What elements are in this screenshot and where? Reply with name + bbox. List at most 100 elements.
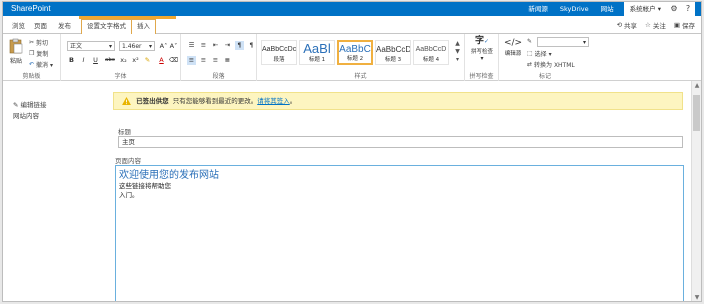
grow-font-icon[interactable]: A˄ bbox=[159, 42, 168, 51]
chevron-down-icon: ▾ bbox=[108, 43, 112, 50]
warning-message: 只有您能够看到最近的更改。 bbox=[172, 97, 258, 105]
copy-button[interactable]: ❐ 复制 bbox=[29, 49, 48, 58]
spell-check-icon: 字✓ bbox=[474, 36, 490, 46]
paste-button[interactable]: 粘贴 bbox=[7, 38, 25, 65]
site-contents-link[interactable]: 网站内容 bbox=[13, 111, 47, 122]
shrink-font-icon[interactable]: A˅ bbox=[169, 42, 178, 51]
markup-group-label: 标记 bbox=[538, 73, 551, 80]
font-color-icon[interactable]: A bbox=[157, 56, 166, 65]
chevron-down-icon: ▾ bbox=[480, 55, 484, 62]
sharepoint-window: SharePoint 新闻源 SkyDrive 网站 系统帐户 ▾ ⚙ ? 浏览… bbox=[2, 1, 702, 302]
outdent-icon[interactable]: ⇤ bbox=[211, 41, 220, 50]
clipboard-group-label: 剪贴板 bbox=[22, 73, 41, 80]
strikethrough-button[interactable]: abc bbox=[103, 56, 117, 65]
spelling-group-label: 拼写检查 bbox=[469, 73, 494, 80]
paragraph-group: ☰ ≡ ⇤ ⇥ ¶ ¶ ≡ ≡ ≡ ≣ 段落 bbox=[181, 34, 257, 81]
undo-icon: ↶ bbox=[29, 61, 35, 68]
tab-publish[interactable]: 发布 bbox=[53, 20, 76, 34]
font-group: 正文 ▾ 1.46er ▾ A˄ A˅ B I U abc x₂ x² ✎ A ⌫ … bbox=[61, 34, 181, 81]
tab-insert[interactable]: 插入 bbox=[131, 19, 156, 34]
edit-source-button[interactable]: </> 编辑源 bbox=[501, 37, 525, 57]
italic-button[interactable]: I bbox=[79, 56, 88, 65]
suite-bar: SharePoint 新闻源 SkyDrive 网站 系统帐户 ▾ ⚙ ? bbox=[3, 2, 701, 16]
page-content-editor[interactable]: 欢迎使用您的发布网站 这些链接将帮助您 入门。 bbox=[115, 165, 684, 301]
ribbon-tabs: 浏览 页面 发布 设置文字格式 插入 ⟲ 共享 ☆ 关注 ▣ 保存 bbox=[3, 16, 701, 34]
numbered-list-icon[interactable]: ≡ bbox=[199, 41, 208, 50]
style-heading-2[interactable]: AaBbC 标题 2 bbox=[337, 40, 373, 65]
page-actions: ⟲ 共享 ☆ 关注 ▣ 保存 bbox=[617, 20, 695, 30]
undo-button[interactable]: ↶ 撤消 ▾ bbox=[29, 60, 53, 69]
left-nav: ✎ 编辑链接 网站内容 bbox=[13, 100, 47, 122]
select-button[interactable]: ⬚ 选择 ▾ bbox=[527, 49, 552, 58]
share-icon: ⟲ bbox=[616, 21, 623, 29]
select-icon: ⬚ bbox=[527, 50, 533, 57]
account-menu[interactable]: 系统帐户 ▾ bbox=[623, 2, 667, 16]
copy-icon: ❐ bbox=[29, 50, 35, 57]
save-action[interactable]: ▣ 保存 bbox=[674, 20, 695, 30]
spelling-button[interactable]: 字✓ 拼写检查 ▾ bbox=[467, 36, 497, 62]
paste-icon bbox=[9, 38, 23, 54]
skydrive-link[interactable]: SkyDrive bbox=[554, 2, 595, 16]
edit-links-link[interactable]: ✎ 编辑链接 bbox=[13, 100, 47, 111]
chevron-down-icon: ▾ bbox=[582, 39, 586, 46]
font-family-select[interactable]: 正文 ▾ bbox=[67, 41, 115, 51]
markup-style-select[interactable]: ▾ bbox=[537, 37, 589, 47]
bold-button[interactable]: B bbox=[67, 56, 76, 65]
markup-styles-icon[interactable]: ✎ bbox=[527, 38, 532, 45]
help-icon[interactable]: ? bbox=[681, 2, 695, 16]
content-line-1: 这些链接将帮助您 bbox=[119, 182, 171, 190]
styles-group-label: 样式 bbox=[354, 73, 367, 80]
tab-page[interactable]: 页面 bbox=[29, 20, 52, 34]
sites-link[interactable]: 网站 bbox=[595, 2, 620, 16]
vertical-scrollbar[interactable]: ▲ ▼ bbox=[691, 81, 701, 301]
spelling-group: 字✓ 拼写检查 ▾ 拼写检查 bbox=[465, 34, 499, 81]
newsfeed-link[interactable]: 新闻源 bbox=[522, 2, 554, 16]
save-icon: ▣ bbox=[673, 21, 680, 29]
styles-group: AaBbCcDc 段落 AaBl 标题 1 AaBbC 标题 2 AaBbCcD… bbox=[257, 34, 465, 81]
subscript-button[interactable]: x₂ bbox=[119, 56, 128, 65]
underline-button[interactable]: U bbox=[91, 56, 100, 65]
tab-browse[interactable]: 浏览 bbox=[7, 20, 30, 34]
ltr-icon[interactable]: ¶ bbox=[235, 41, 244, 50]
paragraph-group-label: 段落 bbox=[212, 73, 225, 80]
tab-format-text[interactable]: 设置文字格式 bbox=[81, 19, 132, 34]
justify-icon[interactable]: ≣ bbox=[223, 56, 232, 65]
convert-xhtml-button[interactable]: ⇄ 转换为 XHTML bbox=[527, 60, 575, 69]
style-heading-3[interactable]: AaBbCcD 标题 3 bbox=[375, 40, 411, 65]
share-action[interactable]: ⟲ 共享 bbox=[617, 20, 637, 30]
style-heading-1[interactable]: AaBl 标题 1 bbox=[299, 40, 335, 65]
gear-icon[interactable]: ⚙ bbox=[667, 2, 681, 16]
styles-scroll[interactable]: ▲ ▼ ▾ bbox=[453, 40, 462, 65]
style-heading-4[interactable]: AaBbCcD 标题 4 bbox=[413, 40, 449, 65]
clear-format-icon[interactable]: ⌫ bbox=[169, 56, 178, 65]
chevron-up-icon: ▲ bbox=[455, 40, 460, 47]
suite-links: 新闻源 SkyDrive 网站 系统帐户 ▾ ⚙ ? bbox=[522, 2, 695, 16]
font-group-label: 字体 bbox=[114, 73, 127, 80]
more-icon: ▾ bbox=[455, 56, 459, 63]
app-brand[interactable]: SharePoint bbox=[11, 4, 51, 13]
follow-action[interactable]: ☆ 关注 bbox=[645, 20, 666, 30]
code-icon: </> bbox=[503, 38, 523, 48]
scroll-down-icon[interactable]: ▼ bbox=[692, 293, 701, 301]
content-heading: 欢迎使用您的发布网站 bbox=[119, 170, 219, 181]
star-icon: ☆ bbox=[645, 21, 651, 29]
indent-icon[interactable]: ⇥ bbox=[223, 41, 232, 50]
check-in-link[interactable]: 请将其签入 bbox=[257, 97, 290, 105]
warning-period: 。 bbox=[289, 97, 297, 105]
cut-button[interactable]: ✂ 剪切 bbox=[29, 38, 48, 47]
title-input[interactable]: 主页 bbox=[118, 136, 683, 148]
align-left-icon[interactable]: ≡ bbox=[187, 56, 196, 65]
font-size-select[interactable]: 1.46er ▾ bbox=[119, 41, 155, 51]
warning-status: 已签出供您 bbox=[136, 97, 169, 105]
scroll-up-icon[interactable]: ▲ bbox=[692, 81, 701, 91]
style-paragraph[interactable]: AaBbCcDc 段落 bbox=[261, 40, 297, 65]
align-right-icon[interactable]: ≡ bbox=[211, 56, 220, 65]
pencil-icon: ✎ bbox=[13, 101, 19, 109]
highlight-color-icon[interactable]: ✎ bbox=[143, 56, 152, 65]
markup-group: </> 编辑源 ✎ ▾ ⬚ 选择 ▾ ⇄ 转换为 XHTML 标记 bbox=[499, 34, 591, 81]
superscript-button[interactable]: x² bbox=[131, 56, 140, 65]
rtl-icon[interactable]: ¶ bbox=[247, 41, 256, 50]
scroll-thumb[interactable] bbox=[693, 95, 700, 131]
bullet-list-icon[interactable]: ☰ bbox=[187, 41, 196, 50]
align-center-icon[interactable]: ≡ bbox=[199, 56, 208, 65]
